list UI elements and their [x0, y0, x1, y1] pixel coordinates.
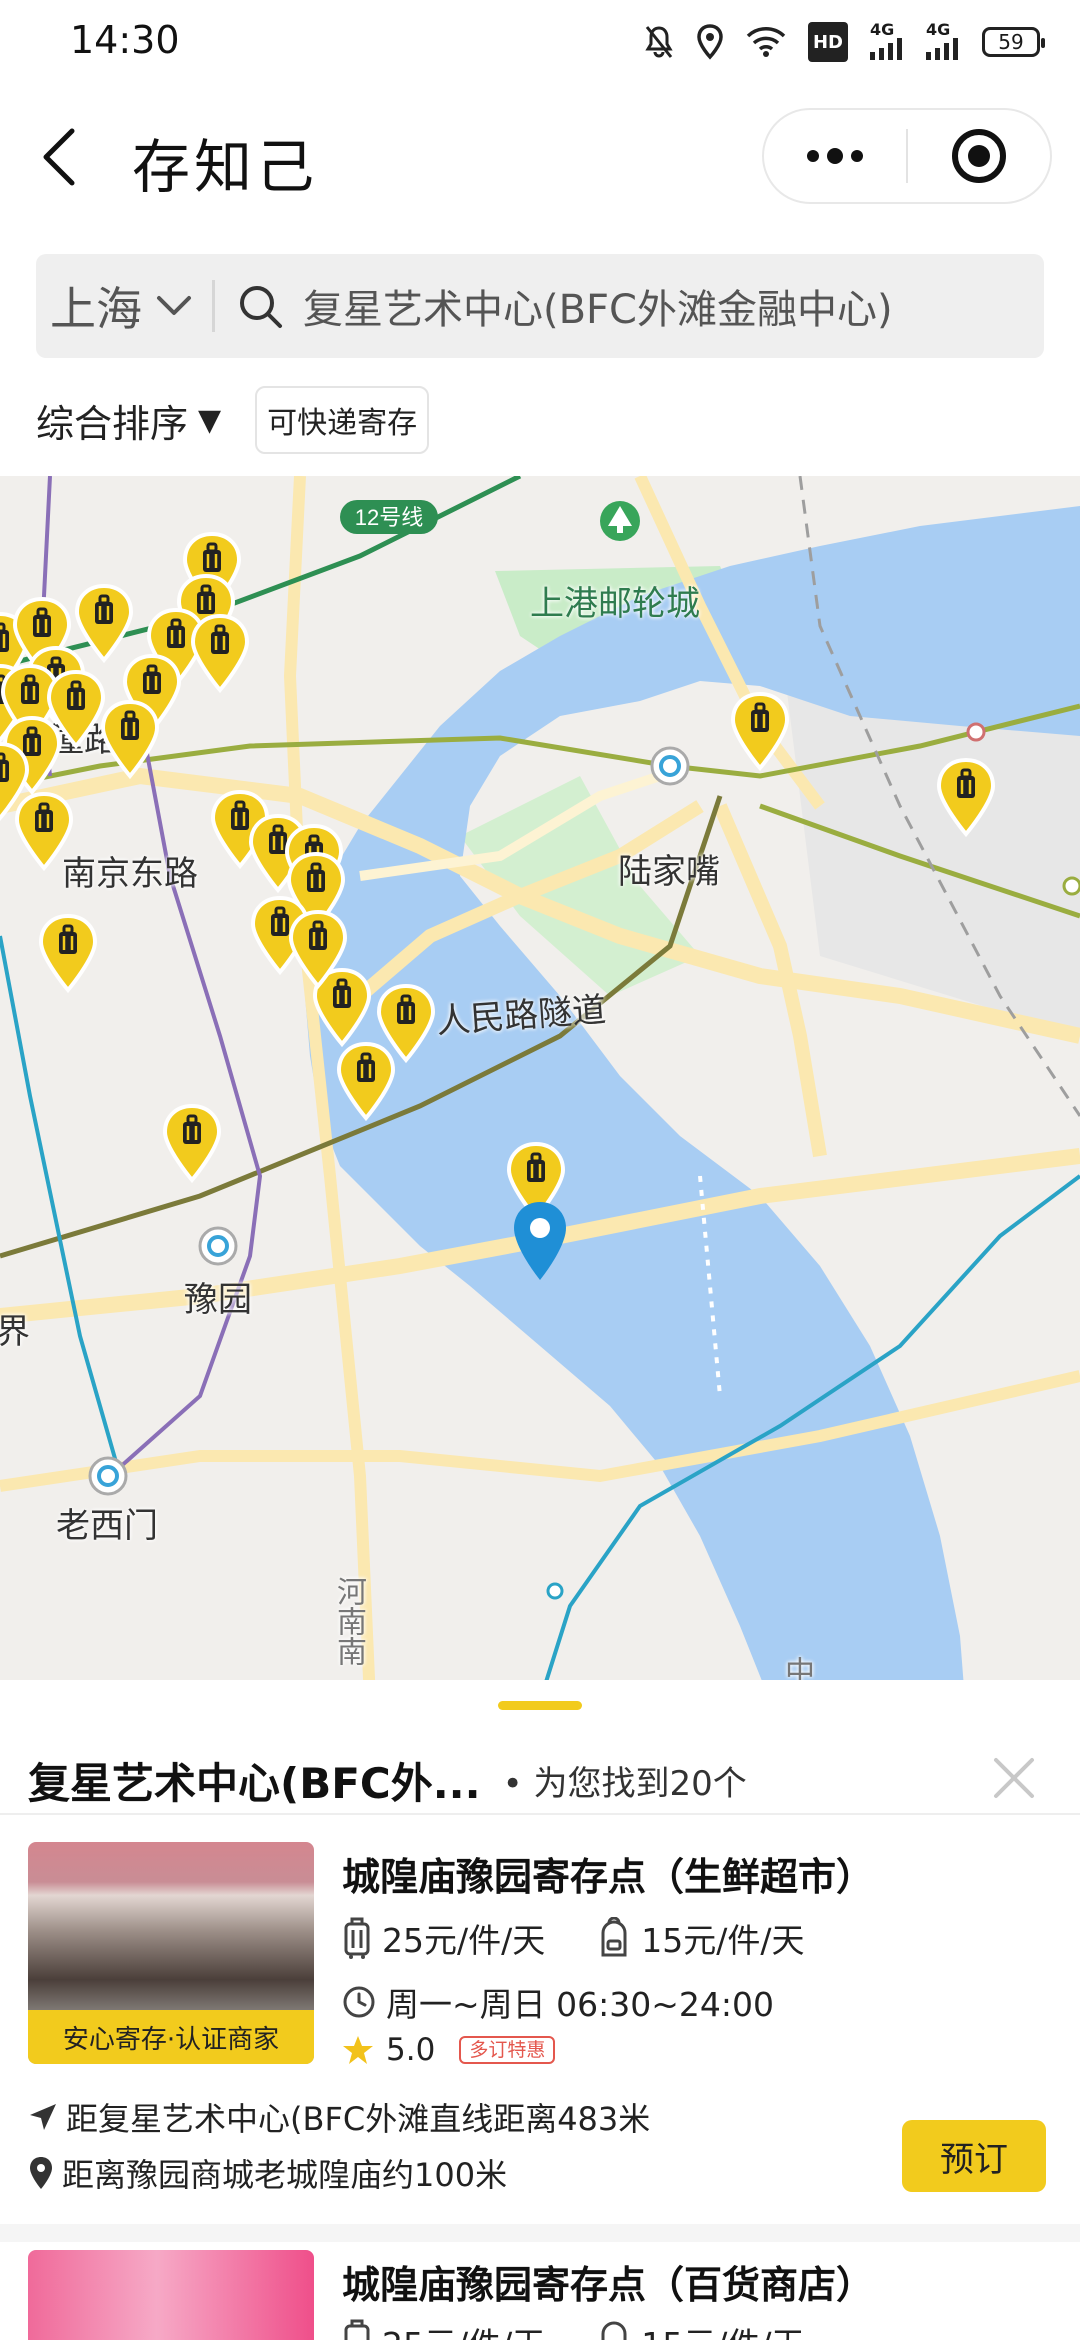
price-row: 25元/件/天 15元/件/天	[342, 2318, 804, 2340]
close-icon[interactable]	[984, 1748, 1044, 1808]
city-select[interactable]: 上海	[36, 254, 194, 358]
search-bar: 上海 复星艺术中心(BFC外滩金融中心)	[36, 254, 1044, 358]
nav-bar: 存知己	[0, 100, 1080, 220]
storage-pin-icon[interactable]	[934, 756, 998, 840]
landmark-row: 距离豫园商城老城隍庙约100米	[28, 2150, 507, 2196]
search-input[interactable]: 复星艺术中心(BFC外滩金融中心)	[303, 277, 893, 335]
book-button[interactable]: 预订	[902, 2120, 1046, 2192]
page-title: 存知己	[132, 133, 319, 201]
more-dots-icon	[807, 148, 863, 164]
storage-pin-icon[interactable]	[36, 912, 100, 996]
map-view[interactable]: 12号线 上港邮轮城 天潼路 南京东路 陆家嘴 人民路隧道 豫园 界 老西门 河…	[0, 476, 1080, 1701]
wifi-icon	[746, 22, 786, 62]
rating-value: 5.0	[386, 2032, 436, 2068]
map-marker-icon	[28, 2156, 54, 2190]
status-icons: HD 4G 4G 59	[644, 18, 1045, 66]
backpack-icon	[597, 2318, 631, 2340]
filter-row: 综合排序 ▼ 可快递寄存	[36, 385, 430, 455]
hd-badge: HD	[807, 22, 848, 62]
clock-icon	[342, 1985, 376, 2019]
promo-tag: 多订特惠	[459, 2035, 556, 2065]
target-close-icon	[951, 129, 1006, 183]
results-header: 复星艺术中心(BFC外... • 为您找到20个	[28, 1730, 1052, 1830]
storage-pin-icon[interactable]	[286, 908, 350, 992]
luggage-icon	[342, 2318, 372, 2340]
price-bag: 15元/件/天	[641, 1921, 805, 1960]
storage-pin-icon[interactable]	[188, 612, 252, 696]
storage-pins	[0, 476, 1080, 1701]
battery-icon: 59	[982, 22, 1045, 62]
landmark-text: 距离豫园商城老城隍庙约100米	[62, 2156, 508, 2194]
results-location: 复星艺术中心(BFC外...	[28, 1758, 481, 1808]
mini-program-capsule	[762, 108, 1052, 204]
mute-bell-icon	[644, 22, 674, 62]
sort-label: 综合排序	[36, 401, 189, 446]
sheet-divider	[0, 1813, 1080, 1815]
distance-text: 距复星艺术中心(BFC外滩直线距离483米	[66, 2100, 651, 2138]
store-photo[interactable]: 安心寄存·认证商家	[28, 1842, 314, 2064]
location-status-icon	[696, 22, 724, 62]
search-icon	[240, 286, 282, 328]
signal-icon-2: 4G	[926, 22, 960, 62]
network-label-1: 4G	[870, 20, 895, 39]
search-separator	[212, 280, 215, 332]
distance-row: 距复星艺术中心(BFC外滩直线距离483米	[28, 2094, 650, 2140]
results-count: • 为您找到20个	[502, 1763, 747, 1804]
back-arrow-icon	[43, 128, 75, 186]
store-title[interactable]: 城隍庙豫园寄存点（百货商店）	[342, 2254, 874, 2309]
battery-level: 59	[982, 27, 1045, 57]
more-button[interactable]	[764, 110, 906, 202]
store-photo[interactable]	[28, 2250, 314, 2340]
storage-pin-icon[interactable]	[728, 690, 792, 774]
storage-pin-icon[interactable]	[98, 698, 162, 782]
signal-icon-1: 4G	[870, 22, 904, 62]
city-name: 上海	[50, 282, 142, 336]
status-bar: 14:30 HD 4G 4G 59	[0, 0, 1080, 80]
sort-caret-icon: ▼	[198, 402, 222, 438]
store-photo-image	[28, 2250, 314, 2340]
certified-merchant-badge: 安心寄存·认证商家	[28, 2010, 314, 2064]
price-row: 25元/件/天 15元/件/天	[342, 1914, 804, 1962]
current-location-pin-icon	[514, 1202, 566, 1280]
luggage-icon	[342, 1916, 372, 1960]
opening-hours: 周一~周日 06:30~24:00	[386, 1985, 774, 2024]
price-bag: 15元/件/天	[641, 2318, 804, 2340]
backpack-icon	[597, 1917, 631, 1959]
express-storage-chip[interactable]: 可快递寄存	[255, 386, 430, 454]
store-title[interactable]: 城隍庙豫园寄存点（生鲜超市）	[342, 1846, 874, 1901]
storage-pin-icon[interactable]	[160, 1102, 224, 1186]
back-button[interactable]	[40, 122, 100, 192]
card-separator	[0, 2224, 1080, 2242]
price-luggage: 25元/件/天	[382, 1921, 546, 1960]
storage-pin-icon[interactable]	[12, 790, 76, 874]
rating-row: 5.0 多订特惠	[342, 2032, 556, 2068]
chevron-down-icon	[157, 296, 191, 315]
navigation-arrow-icon	[28, 2102, 58, 2132]
sort-dropdown[interactable]: 综合排序 ▼	[36, 393, 221, 448]
star-icon	[342, 2034, 374, 2066]
price-luggage: 25元/件/天	[382, 2318, 545, 2340]
status-time: 14:30	[70, 18, 180, 62]
storage-pin-icon[interactable]	[334, 1040, 398, 1124]
exit-button[interactable]	[908, 110, 1050, 202]
hours-row: 周一~周日 06:30~24:00	[342, 1978, 774, 2026]
sheet-drag-handle[interactable]	[498, 1701, 582, 1710]
network-label-2: 4G	[926, 20, 951, 39]
